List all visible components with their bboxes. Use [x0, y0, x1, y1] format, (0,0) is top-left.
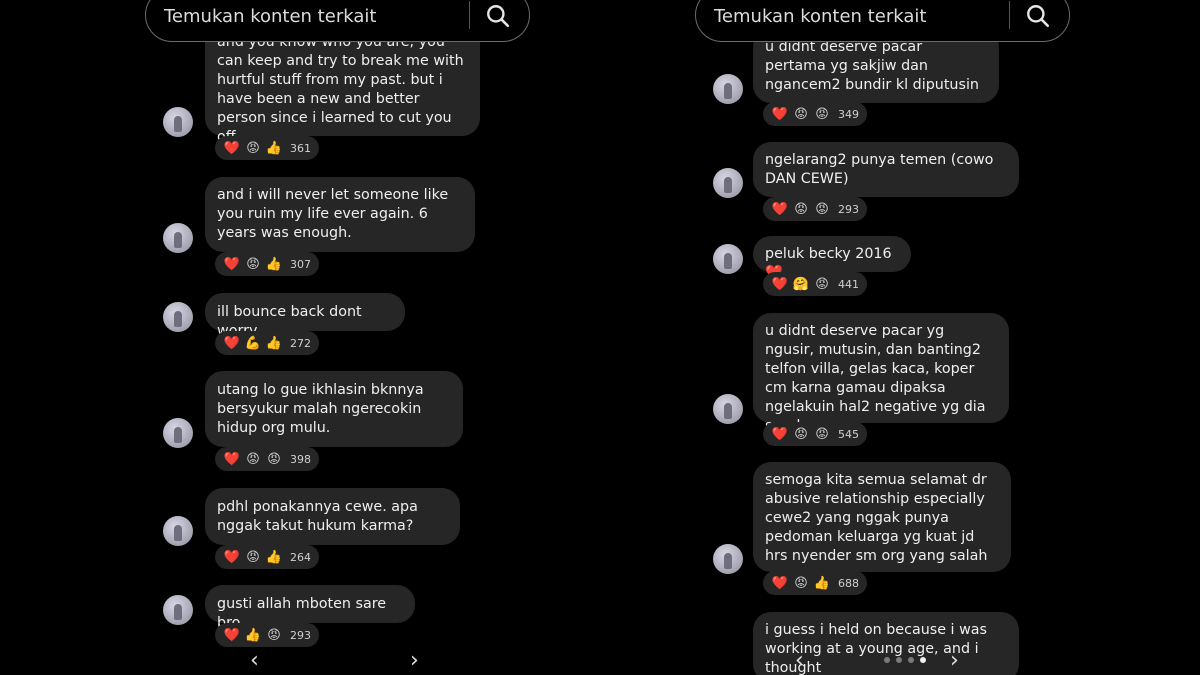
reaction-count: 264 — [290, 550, 311, 564]
reaction-count: 545 — [838, 427, 859, 441]
search-icon[interactable] — [1025, 3, 1051, 29]
reaction-count: 398 — [290, 452, 311, 466]
reaction-icon: 😡 — [815, 201, 829, 217]
reaction-icon: 👍 — [265, 256, 283, 272]
search-icon[interactable] — [485, 3, 511, 29]
carousel-dot[interactable] — [884, 657, 890, 663]
reaction-icon: ❤️ — [223, 140, 241, 156]
chevron-right-icon[interactable]: › — [950, 648, 959, 673]
avatar[interactable] — [163, 302, 193, 332]
reaction-count: 441 — [838, 277, 859, 291]
comment-bubble: gusti allah mboten sare bro — [205, 585, 415, 631]
reaction-count: 293 — [838, 202, 859, 216]
reaction-icon: ❤️ — [223, 256, 241, 272]
search-divider — [1009, 1, 1010, 29]
avatar[interactable] — [163, 595, 193, 625]
chevron-right-icon[interactable]: › — [410, 648, 419, 673]
reaction-icon: 💪 — [244, 335, 262, 351]
reaction-count: 688 — [838, 576, 859, 590]
search-placeholder: Temukan konten terkait — [164, 6, 377, 27]
carousel-nav: ‹ › — [790, 648, 1020, 675]
reaction-count: 349 — [838, 107, 859, 121]
carousel-dot-active[interactable] — [920, 657, 926, 663]
reaction-icon: ❤️ — [771, 201, 789, 217]
reaction-bar[interactable]: ❤️ 😡 😡 545 — [763, 422, 867, 446]
reaction-icon: 😡 — [815, 106, 829, 122]
reaction-icon: ❤️ — [771, 426, 789, 442]
reaction-icon: 😡 — [246, 256, 260, 272]
reaction-icon: 👍 — [265, 140, 283, 156]
reaction-count: 361 — [290, 141, 311, 155]
reaction-bar[interactable]: ❤️ 😡 👍 361 — [215, 136, 319, 160]
reaction-icon: ❤️ — [223, 335, 241, 351]
reaction-icon: ❤️ — [223, 451, 241, 467]
search-bar[interactable]: Temukan konten terkait — [695, 0, 1070, 42]
search-bar[interactable]: Temukan konten terkait — [145, 0, 530, 42]
avatar[interactable] — [713, 168, 743, 198]
reaction-bar[interactable]: ❤️ 💪 👍 272 — [215, 331, 319, 355]
search-divider — [469, 1, 470, 29]
reaction-icon: 😡 — [246, 451, 260, 467]
avatar[interactable] — [163, 223, 193, 253]
carousel-nav: ‹ › — [205, 648, 435, 675]
reaction-count: 272 — [290, 336, 311, 350]
comment-bubble: ill bounce back dont worry — [205, 293, 405, 339]
reaction-icon: 👍 — [813, 575, 831, 591]
reaction-icon: 😡 — [246, 549, 260, 565]
carousel-dots — [790, 657, 1020, 663]
reaction-bar[interactable]: ❤️ 😡 👍 307 — [215, 252, 319, 276]
avatar[interactable] — [163, 107, 193, 137]
comment-bubble: u didnt deserve pacar yg ngusir, mutusin… — [753, 313, 1009, 434]
reaction-bar[interactable]: ❤️ 😡 😡 293 — [763, 197, 867, 221]
reaction-icon: 🤗 — [792, 276, 810, 292]
reaction-icon: 😡 — [794, 201, 808, 217]
reaction-icon: 😡 — [815, 276, 829, 292]
reaction-bar[interactable]: ❤️ 👍 😡 293 — [215, 623, 319, 647]
reaction-icon: 👍 — [265, 549, 283, 565]
avatar[interactable] — [163, 516, 193, 546]
reaction-icon: ❤️ — [223, 627, 241, 643]
comment-bubble: utang lo gue ikhlasin bknnya bersyukur m… — [205, 371, 463, 447]
reaction-count: 293 — [290, 628, 311, 642]
comment-bubble: ngelarang2 punya temen (cowo DAN CEWE) — [753, 142, 1019, 197]
carousel-dot[interactable] — [896, 657, 902, 663]
comment-bubble: and i will never let someone like you ru… — [205, 177, 475, 252]
reaction-icon: 👍 — [265, 335, 283, 351]
comment-bubble: peluk becky 2016❤️ — [753, 236, 911, 281]
search-placeholder: Temukan konten terkait — [714, 6, 927, 27]
reaction-icon: 👍 — [244, 627, 262, 643]
reaction-icon: ❤️ — [223, 549, 241, 565]
reaction-icon: 😡 — [267, 627, 281, 643]
reaction-bar[interactable]: ❤️ 😡 👍 688 — [763, 571, 867, 595]
reaction-bar[interactable]: ❤️ 😡 👍 264 — [215, 545, 319, 569]
reaction-icon: 😡 — [794, 106, 808, 122]
avatar[interactable] — [163, 418, 193, 448]
reaction-bar[interactable]: ❤️ 😡 😡 398 — [215, 447, 319, 471]
reaction-icon: ❤️ — [771, 575, 789, 591]
reaction-icon: ❤️ — [771, 106, 789, 122]
reaction-icon: 😡 — [267, 451, 281, 467]
left-comments-panel: Temukan konten terkait and you know who … — [145, 0, 615, 675]
reaction-icon: 😡 — [246, 140, 260, 156]
avatar[interactable] — [713, 394, 743, 424]
reaction-icon: ❤️ — [771, 276, 789, 292]
comment-bubble: semoga kita semua selamat dr abusive rel… — [753, 462, 1011, 572]
reaction-icon: 😡 — [815, 426, 829, 442]
carousel-dot[interactable] — [908, 657, 914, 663]
avatar[interactable] — [713, 74, 743, 104]
reaction-icon: 😡 — [794, 575, 808, 591]
reaction-icon: 😡 — [794, 426, 808, 442]
reaction-bar[interactable]: ❤️ 🤗 😡 441 — [763, 272, 867, 296]
chevron-left-icon[interactable]: ‹ — [250, 648, 259, 673]
avatar[interactable] — [713, 244, 743, 274]
reaction-bar[interactable]: ❤️ 😡 😡 349 — [763, 102, 867, 126]
right-comments-panel: Temukan konten terkait u didnt deserve p… — [695, 0, 1165, 675]
reaction-count: 307 — [290, 257, 311, 271]
comment-bubble: pdhl ponakannya cewe. apa nggak takut hu… — [205, 488, 460, 545]
avatar[interactable] — [713, 544, 743, 574]
